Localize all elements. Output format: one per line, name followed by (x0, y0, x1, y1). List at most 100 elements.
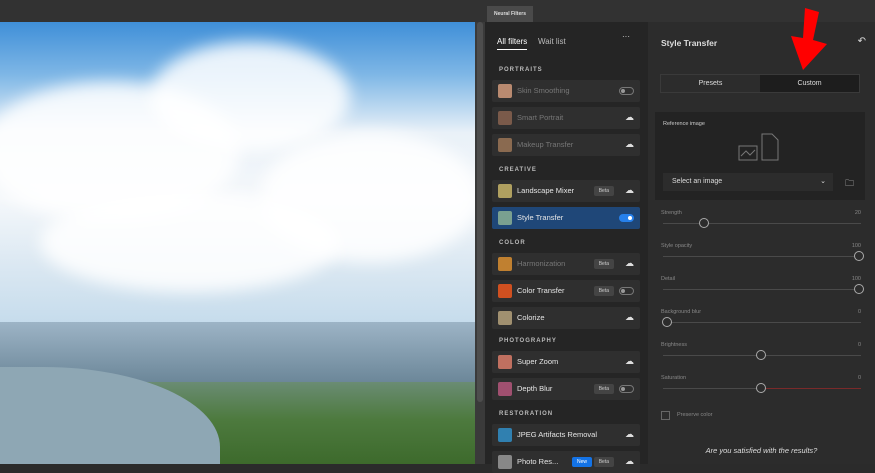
cloud-download-icon[interactable]: ☁ (625, 258, 634, 269)
filter-thumbnail (498, 257, 512, 271)
slider-thumb[interactable] (699, 218, 710, 228)
preserve-color-label: Preserve color (677, 412, 713, 418)
filter-row[interactable]: Depth Blur Beta (492, 378, 640, 400)
beta-badge: Beta (593, 457, 614, 467)
cloud-download-icon[interactable]: ☁ (625, 185, 634, 196)
folder-icon[interactable]: 🗀 (845, 176, 854, 192)
slider-value: 0 (857, 375, 861, 381)
more-menu-button[interactable]: ··· (622, 32, 630, 41)
filter-row[interactable]: Photo Res... New Beta ☁ (492, 451, 640, 473)
filter-label: JPEG Artifacts Removal (517, 430, 598, 439)
cloud-download-icon[interactable]: ☁ (625, 356, 634, 367)
slider-track[interactable] (663, 289, 861, 290)
canvas-scrollbar[interactable] (475, 22, 485, 464)
slider-background-blur: Background blur 0 (661, 309, 861, 339)
red-arrow-annotation (791, 8, 827, 70)
tab-neural-filters[interactable]: Neural Filters (487, 6, 533, 22)
slider-track[interactable] (663, 256, 861, 257)
presets-tab[interactable]: Presets (661, 75, 760, 92)
filter-thumbnail (498, 111, 512, 125)
filter-label: Skin Smoothing (517, 86, 570, 95)
slider-thumb[interactable] (661, 317, 672, 327)
slider-thumb[interactable] (756, 350, 766, 360)
section-header: CREATIVE (499, 167, 537, 173)
filter-thumbnail (498, 84, 512, 98)
slider-value: 0 (857, 309, 861, 315)
slider-style-opacity: Style opacity 100 (661, 243, 864, 273)
filter-row[interactable]: Style Transfer (492, 207, 640, 229)
section-header: PHOTOGRAPHY (499, 338, 557, 344)
slider-thumb[interactable] (854, 251, 864, 261)
filter-row[interactable]: Landscape Mixer Beta ☁ (492, 180, 640, 202)
filter-row[interactable]: Super Zoom ☁ (492, 351, 640, 373)
filter-label: Style Transfer (517, 213, 564, 222)
new-badge: New (571, 457, 592, 467)
slider-value: 20 (854, 210, 861, 216)
slider-label: Detail (661, 276, 676, 282)
cloud-download-icon[interactable]: ☁ (625, 456, 634, 467)
slider-value: 0 (857, 342, 861, 348)
slider-label: Strength (661, 210, 682, 216)
beta-badge: Beta (593, 384, 614, 394)
slider-saturation: Saturation 0 (661, 375, 861, 405)
section-header: RESTORATION (499, 411, 554, 417)
cloud-download-icon[interactable]: ☁ (625, 112, 634, 123)
reset-icon[interactable]: ↶ (858, 36, 866, 47)
filter-row[interactable]: Color Transfer Beta (492, 280, 640, 302)
filter-row[interactable]: Makeup Transfer ☁ (492, 134, 640, 156)
style-transfer-panel: Style Transfer ↶ Presets Custom Referenc… (648, 22, 875, 464)
section-header: PORTRAITS (499, 67, 543, 73)
filter-row[interactable]: JPEG Artifacts Removal ☁ (492, 424, 640, 446)
filter-label: Colorize (517, 313, 545, 322)
beta-badge: Beta (593, 186, 614, 196)
filter-thumbnail (498, 311, 512, 325)
tab-all-filters[interactable]: All filters (497, 37, 528, 50)
filter-label: Makeup Transfer (517, 140, 574, 149)
filter-toggle[interactable] (619, 385, 634, 393)
filter-thumbnail (498, 211, 512, 225)
panel-title: Style Transfer (661, 38, 718, 48)
slider-track[interactable] (663, 322, 861, 323)
cloud-download-icon[interactable]: ☁ (625, 429, 634, 440)
filter-row[interactable]: Colorize ☁ (492, 307, 640, 329)
slider-label: Background blur (661, 309, 702, 315)
filter-label: Super Zoom (517, 357, 559, 366)
cloud-download-icon[interactable]: ☁ (625, 312, 634, 323)
select-value: Select an image (672, 178, 723, 185)
filter-thumbnail (498, 284, 512, 298)
slider-detail: Detail 100 (661, 276, 864, 306)
filter-toggle[interactable] (619, 87, 634, 95)
slider-thumb[interactable] (756, 383, 766, 393)
beta-badge: Beta (593, 259, 614, 269)
filter-thumbnail (498, 382, 512, 396)
filter-thumbnail (498, 455, 512, 469)
filter-row[interactable]: Skin Smoothing (492, 80, 640, 102)
filter-row[interactable]: Smart Portrait ☁ (492, 107, 640, 129)
slider-thumb[interactable] (854, 284, 864, 294)
select-image-dropdown[interactable]: Select an image ⌄ (663, 173, 833, 191)
filter-toggle[interactable] (619, 287, 634, 295)
slider-label: Brightness (661, 342, 687, 348)
image-file-icon (738, 133, 779, 161)
slider-track[interactable] (663, 223, 861, 224)
slider-label: Style opacity (661, 243, 693, 249)
filter-row[interactable]: Harmonization Beta ☁ (492, 253, 640, 275)
filter-label: Landscape Mixer (517, 186, 575, 195)
cloud-download-icon[interactable]: ☁ (625, 139, 634, 150)
reference-image-box: Reference image Select an image ⌄ 🗀 (655, 112, 865, 200)
filter-label: Harmonization (517, 259, 566, 268)
slider-brightness: Brightness 0 (661, 342, 861, 372)
tab-wait-list[interactable]: Wait list (538, 37, 566, 46)
filter-toggle[interactable] (619, 214, 634, 222)
reference-image-label: Reference image (663, 121, 705, 127)
filter-thumbnail (498, 184, 512, 198)
slider-value: 100 (851, 243, 861, 249)
preserve-color-checkbox[interactable] (661, 411, 670, 420)
slider-value: 100 (851, 276, 861, 282)
filter-label: Color Transfer (517, 286, 565, 295)
filter-label: Photo Res... (517, 457, 559, 466)
custom-tab[interactable]: Custom (760, 75, 859, 92)
top-bar: Neural Filters (0, 0, 875, 22)
filter-thumbnail (498, 428, 512, 442)
slider-strength: Strength 20 (661, 210, 861, 240)
